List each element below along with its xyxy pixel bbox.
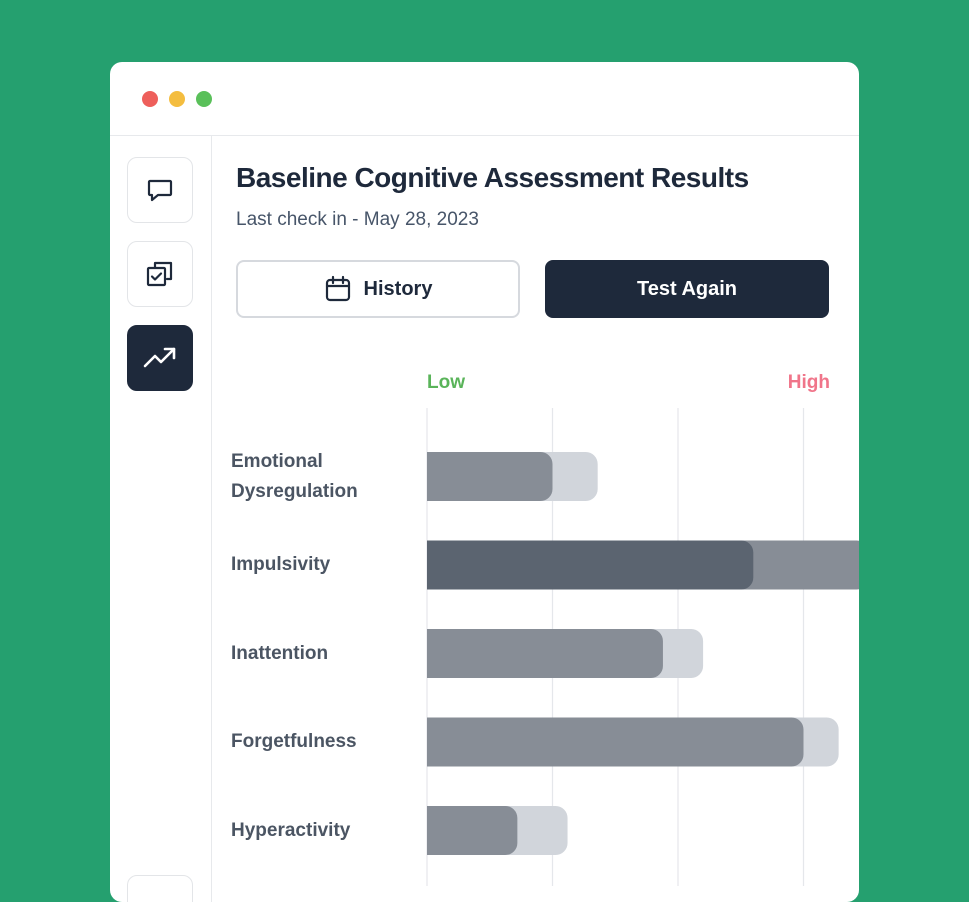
category-label: Forgetfulness — [231, 731, 357, 752]
trending-up-icon — [143, 347, 176, 368]
category-label: Inattention — [231, 642, 329, 664]
bar-score — [427, 806, 518, 855]
bar-score — [427, 540, 754, 590]
history-button[interactable]: History — [236, 260, 520, 318]
page-title: Baseline Cognitive Assessment Results — [236, 162, 749, 193]
category-label: Hyperactivity — [231, 819, 351, 841]
minimize-window-button[interactable] — [169, 91, 185, 107]
sidebar-item-chat[interactable] — [127, 157, 193, 223]
bar-score — [427, 452, 553, 501]
test-again-button[interactable]: Test Again — [545, 260, 829, 318]
bar-score — [427, 717, 804, 767]
sidebar-item-tasks[interactable] — [127, 241, 193, 307]
title-bar — [110, 62, 859, 136]
scale-high-label: High — [787, 372, 830, 393]
calendar-icon — [325, 275, 350, 302]
sidebar-item-more[interactable] — [127, 875, 193, 902]
category-label: Impulsivity — [231, 554, 331, 575]
copy-check-icon — [146, 261, 173, 287]
last-check-in: Last check in - May 28, 2023 — [236, 209, 479, 230]
sidebar — [110, 136, 212, 902]
test-again-button-label: Test Again — [636, 277, 737, 300]
close-window-button[interactable] — [142, 91, 158, 107]
sidebar-item-trends[interactable] — [127, 325, 193, 391]
assessment-chart: Emotional Dysregulation Impulsivity Inatten… — [211, 406, 859, 886]
maximize-window-button[interactable] — [196, 91, 212, 107]
app-window: Baseline Cognitive Assessment Results La… — [110, 62, 859, 902]
scale-low-label: Low — [427, 372, 465, 393]
bar-score — [427, 629, 663, 678]
history-button-label: History — [363, 277, 433, 300]
chat-bubble-icon — [147, 179, 173, 202]
category-label: Emotional Dysregulation — [231, 450, 358, 502]
